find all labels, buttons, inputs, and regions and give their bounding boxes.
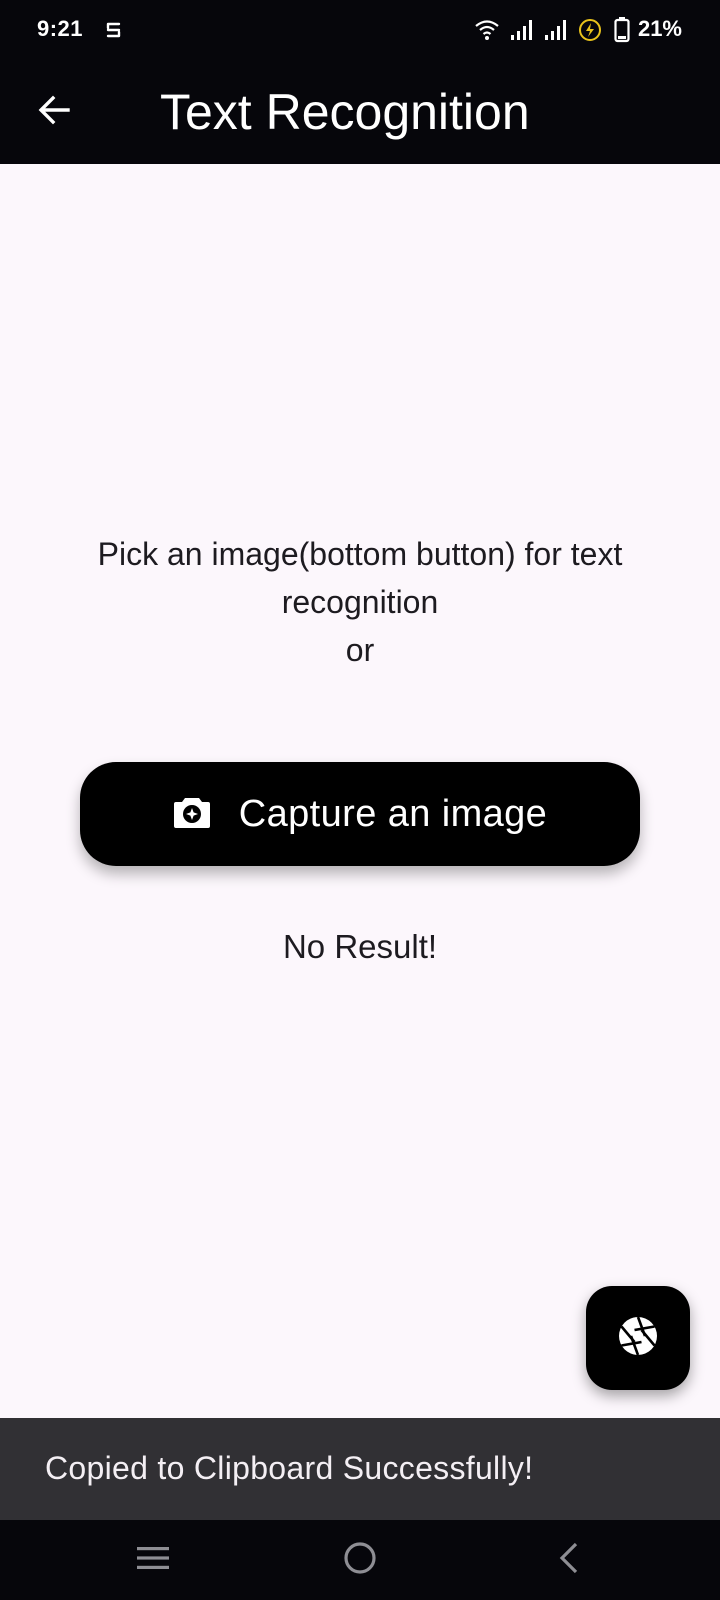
instruction-line: Pick an image(bottom button) for text bbox=[97, 536, 623, 572]
snackbar-message: Copied to Clipboard Successfully! bbox=[45, 1450, 534, 1486]
battery-icon bbox=[614, 14, 630, 46]
home-button[interactable] bbox=[332, 1536, 388, 1584]
status-time: 9:21 bbox=[37, 16, 84, 41]
pick-image-fab[interactable] bbox=[586, 1286, 690, 1390]
recent-apps-button[interactable] bbox=[125, 1536, 181, 1584]
nav-back-button[interactable] bbox=[540, 1536, 596, 1584]
back-icon bbox=[554, 1541, 582, 1580]
page-title: Text Recognition bbox=[160, 84, 530, 140]
signal-icon bbox=[510, 14, 534, 46]
instruction-or: or bbox=[345, 632, 375, 668]
status-bar: 9:21 21% bbox=[0, 0, 720, 60]
home-icon bbox=[342, 1540, 378, 1581]
app-bar: Text Recognition bbox=[0, 60, 720, 164]
snackbar: Copied to Clipboard Successfully! bbox=[0, 1418, 720, 1520]
menu-icon bbox=[135, 1543, 171, 1578]
charging-icon bbox=[578, 14, 602, 46]
sync-icon bbox=[104, 14, 124, 46]
main-content: Pick an image(bottom button) for text re… bbox=[0, 164, 720, 1418]
system-nav-bar bbox=[0, 1520, 720, 1600]
capture-button-label: Capture an image bbox=[238, 792, 548, 835]
capture-image-button[interactable]: Capture an image bbox=[80, 762, 640, 866]
camera-shutter-icon bbox=[618, 1316, 658, 1361]
instruction-line: recognition bbox=[281, 584, 439, 620]
battery-percent: 21% bbox=[637, 16, 682, 41]
wifi-icon bbox=[474, 14, 500, 46]
instruction-text: Pick an image(bottom button) for text re… bbox=[40, 530, 680, 674]
back-button[interactable] bbox=[22, 80, 86, 144]
signal-icon bbox=[544, 14, 568, 46]
result-text: No Result! bbox=[282, 928, 438, 965]
camera-icon bbox=[173, 795, 211, 834]
arrow-back-icon bbox=[37, 95, 71, 130]
